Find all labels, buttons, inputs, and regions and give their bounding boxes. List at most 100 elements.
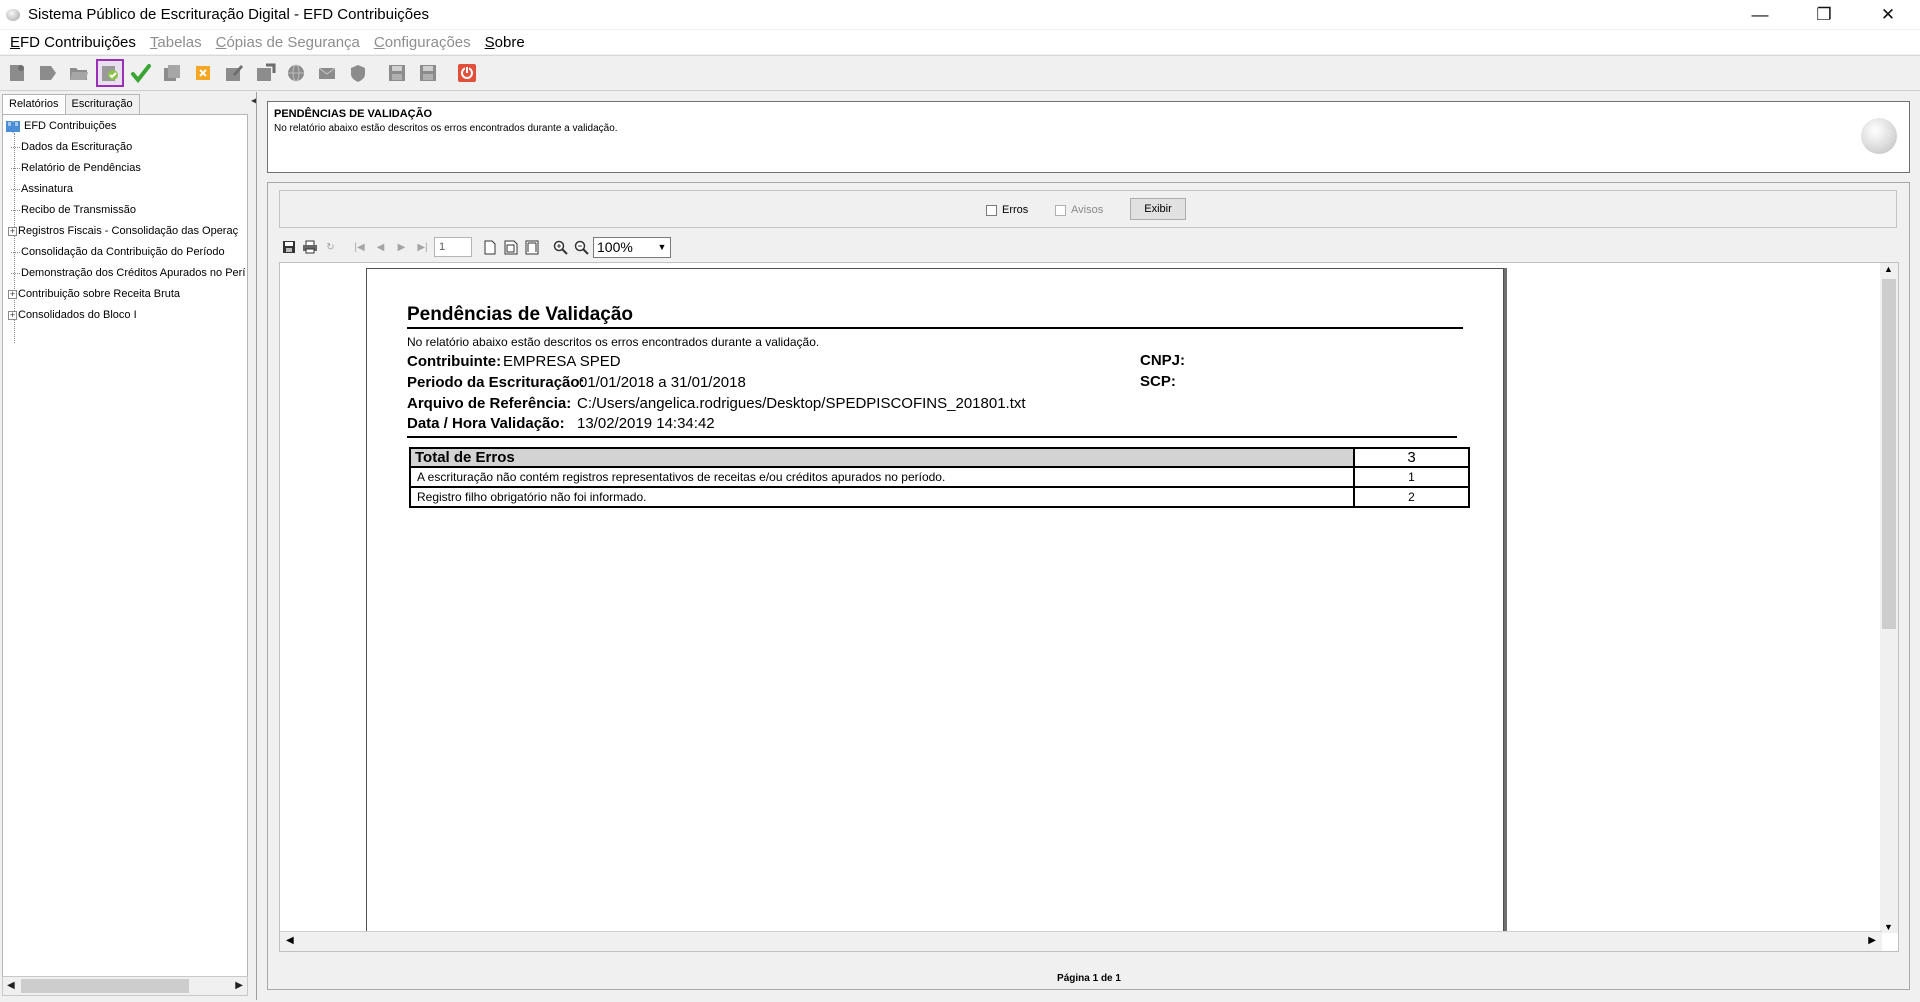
tree-item-label: Relatório de Pendências (21, 162, 141, 174)
tab-relatorios[interactable]: Relatórios (2, 94, 66, 114)
zoom-select[interactable]: 100% ▼ (593, 236, 671, 258)
delete-icon[interactable] (189, 59, 217, 87)
tree-item-recibo-transmissao[interactable]: Recibo de Transmissão (11, 202, 136, 218)
fit-width-icon[interactable] (522, 237, 541, 257)
scroll-up-icon[interactable]: ▲ (1884, 264, 1893, 274)
tree-item-assinatura[interactable]: Assinatura (11, 181, 73, 197)
report-viewer: Pendências de Validação No relatório aba… (279, 262, 1899, 952)
title-bar: Sistema Público de Escrituração Digital … (0, 0, 1920, 29)
restore-button[interactable]: ❐ (1792, 0, 1856, 29)
page-status: Página 1 de 1 (1057, 973, 1121, 984)
data-hora-value: 13/02/2019 14:34:42 (577, 415, 715, 432)
first-page-icon[interactable]: |◀ (350, 237, 369, 257)
viewer-vertical-scrollbar[interactable]: ▲ ▼ (1880, 263, 1898, 933)
menu-copias-seguranca[interactable]: Cópias de Segurança (216, 34, 360, 51)
header-title: PENDÊNCIAS DE VALIDAÇÃO (274, 108, 433, 120)
last-page-icon[interactable]: ▶| (413, 237, 432, 257)
tree-item-dados-escrituracao[interactable]: Dados da Escrituração (11, 139, 132, 155)
tree-item-label: Registros Fiscais - Consolidação das Ope… (18, 225, 239, 237)
avisos-checkbox[interactable]: Avisos (1055, 204, 1103, 216)
globe-icon[interactable] (282, 59, 310, 87)
tree-item-label: Consolidados do Bloco I (18, 309, 137, 321)
refresh-icon[interactable]: ↻ (321, 237, 340, 257)
scroll-left-icon[interactable]: ◀ (7, 980, 15, 991)
actual-size-icon[interactable] (480, 237, 499, 257)
tree-item-contribuicao-receita-bruta[interactable]: + Contribuição sobre Receita Bruta (8, 286, 180, 302)
avisos-label: Avisos (1071, 204, 1104, 216)
viewer-horizontal-scrollbar[interactable]: ◀ ▶ (280, 931, 1882, 951)
previous-page-icon[interactable]: ◀ (371, 237, 390, 257)
error-count: 2 (1353, 486, 1470, 508)
open-folder-icon[interactable] (65, 59, 93, 87)
window-title: Sistema Público de Escrituração Digital … (28, 6, 429, 23)
tree-item-label: Assinatura (21, 183, 73, 195)
shield-icon[interactable] (344, 59, 372, 87)
expand-icon[interactable]: + (8, 289, 17, 299)
zoom-in-icon[interactable] (551, 237, 570, 257)
scroll-right-icon[interactable]: ▶ (235, 980, 243, 991)
tree-item-label: Demonstração dos Créditos Apurados no Pe… (21, 267, 246, 279)
header-description: No relatório abaixo estão descritos os e… (274, 123, 618, 134)
tree-item-consolidacao-contribuicao[interactable]: Consolidação da Contribuição do Período (11, 244, 225, 260)
periodo-value: 01/01/2018 a 31/01/2018 (579, 374, 746, 391)
table-row: Registro filho obrigatório não foi infor… (409, 486, 1470, 508)
menu-configuracoes[interactable]: Configurações (374, 34, 471, 51)
tree-item-relatorio-pendencias[interactable]: Relatório de Pendências (11, 160, 141, 176)
left-panel: Relatórios Escrituração EFD Contribuiçõe… (0, 92, 250, 1000)
print-icon[interactable] (300, 237, 319, 257)
error-description: A escrituração não contém registros repr… (409, 466, 1355, 488)
menu-sobre[interactable]: Sobre (485, 34, 525, 51)
contribuinte-value: EMPRESA SPED (503, 353, 621, 370)
validate-icon[interactable] (96, 59, 124, 87)
new-file-icon[interactable] (3, 59, 31, 87)
power-icon[interactable] (453, 59, 481, 87)
main-toolbar (0, 55, 1920, 91)
fit-page-icon[interactable] (501, 237, 520, 257)
scroll-left-icon[interactable]: ◀ (286, 935, 294, 946)
total-errors-row: Total de Erros 3 (409, 447, 1470, 468)
transmit-icon[interactable] (251, 59, 279, 87)
scroll-thumb[interactable] (1882, 279, 1896, 629)
minimize-button[interactable]: — (1728, 0, 1792, 29)
sped-logo-icon (1861, 118, 1897, 154)
menu-efd-contribuicoes[interactable]: EFD Contribuições (10, 34, 136, 51)
tree-item-consolidados-bloco-i[interactable]: + Consolidados do Bloco I (8, 307, 137, 323)
error-count: 1 (1353, 466, 1470, 488)
tree-item-demonstracao-creditos[interactable]: Demonstração dos Créditos Apurados no Pe… (11, 265, 245, 281)
page-number-input[interactable]: 1 (434, 237, 472, 257)
arquivo-label: Arquivo de Referência: (407, 395, 572, 412)
save-icon[interactable] (383, 59, 411, 87)
app-icon (6, 8, 20, 21)
mail-icon[interactable] (313, 59, 341, 87)
scroll-right-icon[interactable]: ▶ (1868, 935, 1876, 946)
next-page-icon[interactable]: ▶ (392, 237, 411, 257)
tree-item-registros-fiscais[interactable]: + Registros Fiscais - Consolidação das Op… (8, 223, 238, 239)
menu-tabelas[interactable]: Tabelas (150, 34, 202, 51)
chevron-down-icon[interactable]: ▼ (654, 242, 670, 252)
tree-root[interactable]: EFD Contribuições (5, 118, 116, 134)
report-subtitle: No relatório abaixo estão descritos os e… (407, 335, 820, 349)
scroll-down-icon[interactable]: ▼ (1884, 922, 1893, 932)
exibir-button[interactable]: Exibir (1130, 198, 1186, 220)
scroll-thumb[interactable] (21, 979, 189, 993)
tree-item-label: Consolidação da Contribuição do Período (21, 246, 225, 258)
viewer-toolbar: ↻ |◀ ◀ ▶ ▶| 1 100% ▼ (279, 236, 671, 258)
copy-icon[interactable] (158, 59, 186, 87)
tree-horizontal-scrollbar[interactable]: ◀ ▶ (2, 976, 248, 996)
close-button[interactable]: ✕ (1856, 0, 1920, 29)
tree-root-label: EFD Contribuições (24, 120, 117, 132)
erros-checkbox[interactable]: Erros (986, 204, 1028, 216)
book-icon (6, 121, 20, 133)
zoom-out-icon[interactable] (572, 237, 591, 257)
save-as-icon[interactable] (414, 59, 442, 87)
expand-icon[interactable]: + (8, 310, 17, 320)
sign-icon[interactable] (220, 59, 248, 87)
import-icon[interactable] (34, 59, 62, 87)
tab-escrituracao[interactable]: Escrituração (64, 94, 140, 114)
check-icon[interactable] (127, 59, 155, 87)
expand-icon[interactable]: + (8, 226, 17, 236)
filter-box: Erros Avisos Exibir (279, 190, 1897, 228)
save-report-icon[interactable] (279, 237, 298, 257)
periodo-label: Periodo da Escrituração: (407, 374, 585, 391)
table-row: A escrituração não contém registros repr… (409, 466, 1470, 488)
